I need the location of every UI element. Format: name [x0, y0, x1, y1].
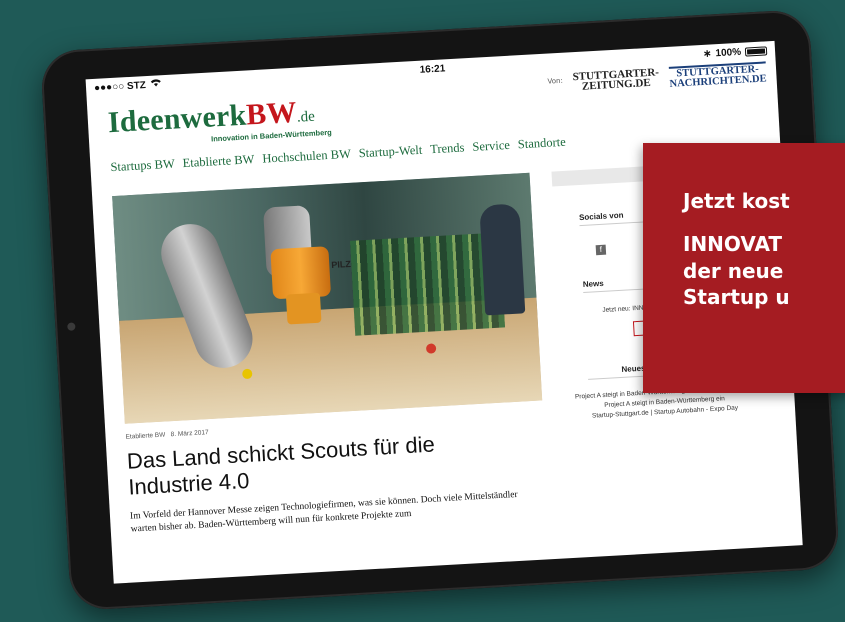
sponsor-stuttgarter-zeitung[interactable]: STUTTGARTER- ZEITUNG.DE	[572, 66, 659, 92]
promo-banner[interactable]: Jetzt kost INNOVAT der neue Startup u	[643, 143, 845, 393]
bluetooth-icon: ∗	[702, 47, 712, 60]
nav-item-startups-bw[interactable]: Startups BW	[110, 157, 175, 176]
wifi-icon	[150, 78, 163, 91]
nav-item-startup-welt[interactable]: Startup-Welt	[358, 143, 422, 162]
banner-line-3: der neue	[683, 259, 784, 283]
battery-icon	[744, 45, 768, 57]
person-figure	[479, 203, 526, 316]
nav-item-trends[interactable]: Trends	[430, 140, 465, 157]
sponsor-stuttgarter-nachrichten[interactable]: STUTTGARTER- NACHRICHTEN.DE	[668, 61, 767, 90]
banner-line-4: Startup u	[683, 285, 790, 309]
image-label: PILZ	[331, 258, 352, 270]
banner-line-2: INNOVAT	[683, 232, 783, 256]
sponsor-prefix: Von:	[547, 76, 564, 86]
article-image[interactable]: PILZ	[112, 172, 543, 424]
nav-item-etablierte-bw[interactable]: Etablierte BW	[182, 152, 255, 171]
main-content: PILZ Etablierte BW 8. März 2017 Das Land…	[112, 172, 550, 537]
logo-tld: .de	[296, 108, 316, 126]
article-date: 8. März 2017	[170, 429, 209, 439]
scene: ●●●○○ STZ 16:21 ∗ 100% IdeenwerkBW.de In…	[0, 0, 845, 622]
camera-icon	[67, 322, 76, 331]
article-category[interactable]: Etablierte BW	[125, 432, 165, 441]
article-title[interactable]: Das Land schickt Scouts für die Industri…	[126, 428, 508, 501]
nav-item-service[interactable]: Service	[472, 138, 510, 155]
nav-item-hochschulen-bw[interactable]: Hochschulen BW	[262, 147, 351, 167]
facebook-icon[interactable]: f	[595, 244, 607, 256]
battery-label: 100%	[715, 46, 742, 59]
banner-line-1: Jetzt kost	[683, 189, 790, 213]
nav-item-standorte[interactable]: Standorte	[517, 135, 566, 153]
clock: 16:21	[419, 62, 446, 76]
site-logo[interactable]: IdeenwerkBW.de Innovation in Baden-Württ…	[107, 95, 332, 144]
robot-gripper	[270, 246, 332, 300]
carrier-label: ●●●○○ STZ	[93, 79, 147, 94]
